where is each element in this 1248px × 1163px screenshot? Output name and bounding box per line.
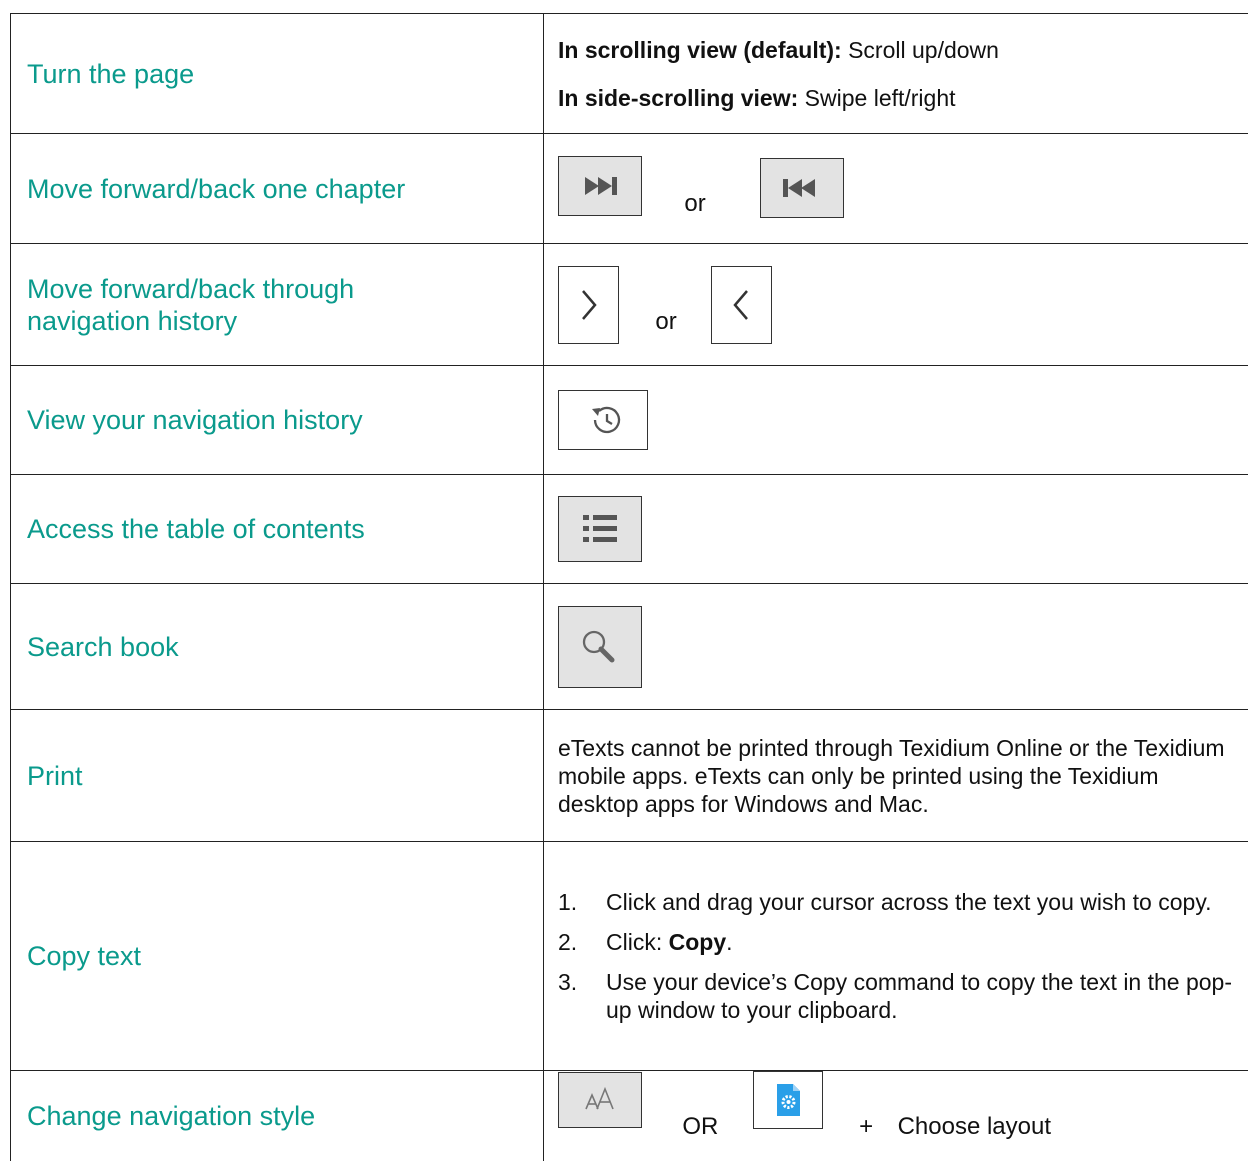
row-label: View your navigation history (10, 365, 544, 475)
side-scrolling-view-text: Swipe left/right (798, 84, 956, 111)
chevron-right-icon[interactable] (558, 265, 619, 344)
side-scrolling-view-label: In side-scrolling view: (558, 84, 799, 111)
table-row: Access the table of contents (10, 474, 1248, 584)
or-text: or (655, 307, 677, 335)
row-content: or (543, 243, 1248, 366)
row-label: Move forward/back through navigation his… (10, 243, 544, 366)
row-label-text: Move forward/back through navigation his… (27, 273, 355, 336)
step-number: 2. (558, 929, 578, 955)
row-content: 1. Click and drag your cursor across the … (543, 841, 1248, 1071)
chevron-left-icon[interactable] (711, 265, 773, 344)
row-content: or (543, 133, 1248, 244)
plus-text: + (859, 1112, 874, 1140)
row-content: OR + Choose layout (543, 1070, 1248, 1161)
list-item: 1. Click and drag your cursor across the … (558, 888, 1248, 916)
skip-back-icon[interactable] (760, 157, 845, 218)
list-icon[interactable] (558, 496, 642, 562)
table-row: Move forward/back through navigation his… (10, 243, 1248, 366)
table-row: Search book (10, 583, 1248, 710)
row-label: Print (10, 709, 544, 842)
row-content: In scrolling view (default): Scroll up/d… (543, 13, 1248, 134)
table-row: Move forward/back one chapter or (10, 133, 1248, 244)
table-row: Print eTexts cannot be printed through T… (10, 709, 1248, 842)
list-item: 2. Click: Copy. (558, 928, 1248, 956)
copy-steps-list: 1. Click and drag your cursor across the … (558, 888, 1248, 1024)
copy-command-label: Copy (668, 929, 727, 955)
help-table: Turn the page In scrolling view (default… (10, 13, 1248, 1161)
settings-file-icon[interactable] (752, 1070, 823, 1129)
row-content: eTexts cannot be printed through Texidiu… (543, 709, 1248, 842)
step-text: Click: Copy. (606, 928, 1248, 956)
step-text: Use your device’s Copy command to copy t… (606, 969, 1233, 1023)
search-icon[interactable] (558, 605, 642, 688)
list-item: 3. Use your device’s Copy command to copy… (558, 968, 1248, 1024)
step-number: 1. (558, 889, 578, 915)
table-row: Copy text 1. Click and drag your cursor a… (10, 841, 1248, 1071)
font-size-icon[interactable] (558, 1071, 642, 1128)
table-row: Turn the page In scrolling view (default… (10, 13, 1248, 134)
step-text: Click and drag your cursor across the te… (606, 889, 1212, 915)
row-content (543, 474, 1248, 584)
row-label: Access the table of contents (10, 474, 544, 584)
choose-layout-text: Choose layout (897, 1112, 1052, 1140)
scrolling-view-text: Scroll up/down (841, 36, 999, 63)
table-row: View your navigation history (10, 365, 1248, 475)
row-label: Move forward/back one chapter (10, 133, 544, 244)
row-content (543, 365, 1248, 475)
step-text-pre: Click: (606, 929, 669, 955)
or-text: OR (682, 1112, 719, 1140)
row-label: Turn the page (10, 13, 544, 134)
row-label: Search book (10, 583, 544, 710)
print-info-text: eTexts cannot be printed through Texidiu… (558, 734, 1225, 817)
step-text-post: . (726, 929, 733, 955)
row-label: Change navigation style (10, 1070, 544, 1161)
skip-forward-icon[interactable] (558, 155, 642, 216)
step-number: 3. (558, 969, 578, 995)
table-row: Change navigation style OR + Choose layo… (10, 1070, 1248, 1161)
or-text: or (684, 189, 706, 217)
row-content (543, 583, 1248, 710)
row-label: Copy text (10, 841, 544, 1071)
scrolling-view-label: In scrolling view (default): (558, 36, 842, 63)
history-clock-icon[interactable] (558, 390, 648, 450)
